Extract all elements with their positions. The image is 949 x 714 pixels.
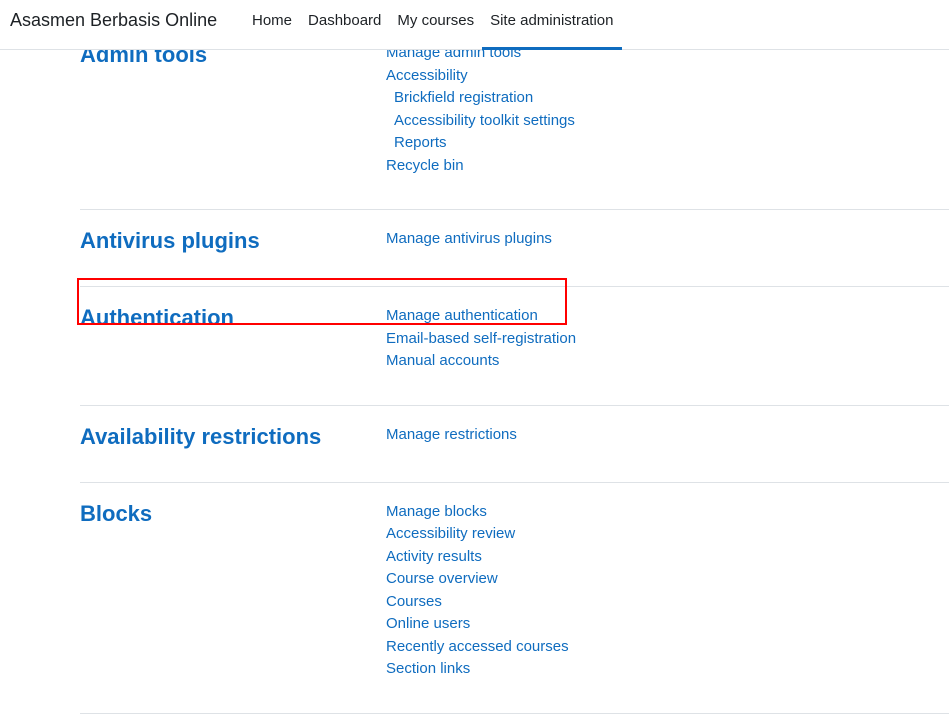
section-heading[interactable]: Admin tools: [80, 42, 386, 177]
link-accessibility-review[interactable]: Accessibility review: [386, 523, 569, 546]
section-heading[interactable]: Antivirus plugins: [80, 228, 386, 254]
nav-dashboard[interactable]: Dashboard: [300, 0, 389, 50]
link-section-links[interactable]: Section links: [386, 658, 569, 681]
link-course-overview[interactable]: Course overview: [386, 568, 569, 591]
section-antivirus-plugins: Antivirus plugins Manage antivirus plugin…: [80, 210, 949, 287]
section-heading[interactable]: Authentication: [80, 305, 386, 373]
link-accessibility[interactable]: Accessibility: [386, 65, 575, 88]
link-reports[interactable]: Reports: [386, 132, 575, 155]
link-email-based-self-registration[interactable]: Email-based self-registration: [386, 328, 576, 351]
link-manage-blocks[interactable]: Manage blocks: [386, 501, 569, 524]
link-brickfield-registration[interactable]: Brickfield registration: [386, 87, 575, 110]
link-manage-antivirus-plugins[interactable]: Manage antivirus plugins: [386, 228, 552, 251]
link-activity-results[interactable]: Activity results: [386, 546, 569, 569]
nav-home[interactable]: Home: [244, 0, 300, 50]
link-manage-authentication[interactable]: Manage authentication: [386, 305, 576, 328]
section-availability-restrictions: Availability restrictions Manage restrict…: [80, 406, 949, 483]
link-accessibility-toolkit-settings[interactable]: Accessibility toolkit settings: [386, 110, 575, 133]
section-links: Manage restrictions: [386, 424, 517, 450]
section-links: Manage admin tools Accessibility Brickfiel…: [386, 42, 575, 177]
link-recently-accessed-courses[interactable]: Recently accessed courses: [386, 636, 569, 659]
section-links: Manage authentication Email-based self-re…: [386, 305, 576, 373]
nav-site-administration[interactable]: Site administration: [482, 0, 622, 50]
primary-navigation: Home Dashboard My courses Site administrati…: [244, 0, 622, 50]
section-blocks: Blocks Manage blocks Accessibility review A…: [80, 483, 949, 714]
section-admin-tools: Admin tools Manage admin tools Accessibili…: [80, 24, 949, 210]
site-brand[interactable]: Asasmen Berbasis Online: [10, 10, 217, 31]
link-online-users[interactable]: Online users: [386, 613, 569, 636]
section-authentication: Authentication Manage authentication Email…: [80, 287, 949, 406]
section-links: Manage antivirus plugins: [386, 228, 552, 254]
link-manual-accounts[interactable]: Manual accounts: [386, 350, 576, 373]
section-heading[interactable]: Availability restrictions: [80, 424, 386, 450]
link-courses[interactable]: Courses: [386, 591, 569, 614]
admin-category-list: Admin tools Manage admin tools Accessibili…: [80, 24, 949, 714]
top-navbar: Asasmen Berbasis Online Home Dashboard My …: [0, 0, 949, 50]
link-manage-restrictions[interactable]: Manage restrictions: [386, 424, 517, 447]
link-recycle-bin[interactable]: Recycle bin: [386, 155, 575, 178]
nav-my-courses[interactable]: My courses: [389, 0, 482, 50]
